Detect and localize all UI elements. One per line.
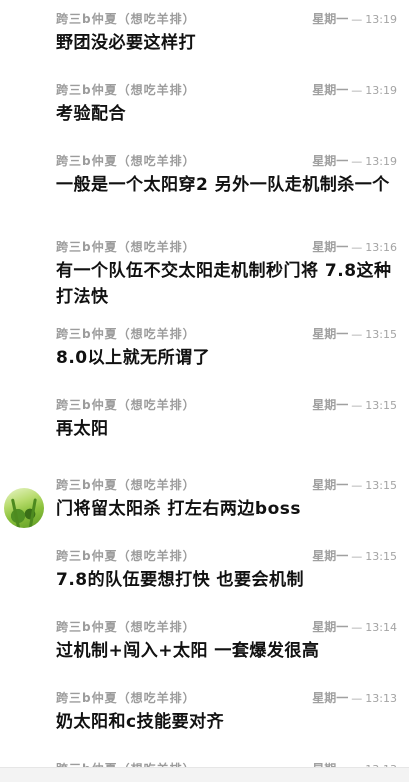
message-text: 考验配合 [56,104,126,124]
chat-history: 跨三b仲夏（想吃羊排） 星期一 —13:19 野团没必要这样打 跨三b仲夏（想吃羊… [0,0,409,782]
message-timestamp: 星期一 —13:19 [312,154,397,168]
message-text: 8.0以上就无所谓了 [56,348,211,368]
message-text: 再太阳 [56,419,109,439]
message-sender: 跨三b仲夏（想吃羊排） [56,549,196,563]
message-sender: 跨三b仲夏（想吃羊排） [56,240,196,254]
message-timestamp: 星期一 —13:15 [312,549,397,563]
message-item[interactable]: 跨三b仲夏（想吃羊排） 星期一 —13:15 7.8的队伍要想打快 也要会机制 [0,547,409,607]
message-item[interactable]: 跨三b仲夏（想吃羊排） 星期一 —13:13 奶太阳和c技能要对齐 [0,689,409,749]
message-text: 7.8的队伍要想打快 也要会机制 [56,570,305,590]
message-timestamp: 星期一 —13:15 [312,398,397,412]
message-timestamp: 星期一 —13:15 [312,478,397,492]
message-timestamp: 星期一—13:13 [312,691,397,705]
message-day: 星期一 [312,620,349,634]
message-time: 13:13 [365,692,397,705]
message-text: 过机制+闯入+太阳 一套爆发很高 [56,641,320,661]
message-timestamp: 星期一 —13:14 [312,620,397,634]
message-day: 星期一 [312,549,349,563]
message-time: 13:19 [365,13,397,26]
message-item[interactable]: 跨三b仲夏（想吃羊排） 星期一 —13:19 野团没必要这样打 [0,10,409,70]
message-time: 13:15 [365,328,397,341]
message-time: 13:15 [365,399,397,412]
message-sender: 跨三b仲夏（想吃羊排） [56,12,196,26]
message-day: 星期一 [312,83,349,97]
message-time: 13:19 [365,155,397,168]
message-sender: 跨三b仲夏（想吃羊排） [56,691,196,705]
message-timestamp: 星期一 —13:19 [312,12,397,26]
message-day: 星期一 [312,154,349,168]
message-day: 星期一 [312,12,349,26]
message-sender: 跨三b仲夏（想吃羊排） [56,398,196,412]
message-day: 星期一 [312,327,349,341]
message-sender: 跨三b仲夏（想吃羊排） [56,83,196,97]
message-day: 星期一 [312,691,349,705]
message-timestamp: 星期一 —13:19 [312,83,397,97]
message-item[interactable]: 跨三b仲夏（想吃羊排） 星期一 —13:16 有一个队伍不交太阳走机制秒门将 7.… [0,238,409,318]
message-text: 奶太阳和c技能要对齐 [56,712,225,732]
message-sender: 跨三b仲夏（想吃羊排） [56,478,196,492]
message-item[interactable]: 跨三b仲夏（想吃羊排） 星期一 —13:19 一般是一个太阳穿2 另外一队走机制杀… [0,152,409,232]
bottom-bar [0,767,409,782]
message-text: 野团没必要这样打 [56,33,196,53]
message-sender: 跨三b仲夏（想吃羊排） [56,154,196,168]
message-day: 星期一 [312,240,349,254]
message-item[interactable]: 跨三b仲夏（想吃羊排） 星期一 —13:19 考验配合 [0,81,409,141]
message-sender: 跨三b仲夏（想吃羊排） [56,327,196,341]
message-item[interactable]: 跨三b仲夏（想吃羊排） 星期一 —13:15 再太阳 [0,396,409,456]
message-item[interactable]: 跨三b仲夏（想吃羊排） 星期一 —13:14 过机制+闯入+太阳 一套爆发很高 [0,618,409,678]
message-sender: 跨三b仲夏（想吃羊排） [56,620,196,634]
message-text: 门将留太阳杀 打左右两边boss [56,499,302,519]
message-time: 13:15 [365,550,397,563]
message-time: 13:16 [365,241,397,254]
message-item[interactable]: 跨三b仲夏（想吃羊排） 星期一 —13:15 门将留太阳杀 打左右两边boss [0,476,409,540]
message-timestamp: 星期一 —13:16 [312,240,397,254]
message-timestamp: 星期一 —13:15 [312,327,397,341]
message-text: 有一个队伍不交太阳走机制秒门将 7.8这种打法快 [56,261,392,307]
message-item[interactable]: 跨三b仲夏（想吃羊排） 星期一 —13:15 8.0以上就无所谓了 [0,325,409,385]
message-day: 星期一 [312,398,349,412]
message-time: 13:19 [365,84,397,97]
message-text: 一般是一个太阳穿2 另外一队走机制杀一个 [56,175,390,195]
message-time: 13:14 [365,621,397,634]
message-time: 13:15 [365,479,397,492]
avatar[interactable] [4,488,44,528]
message-day: 星期一 [312,478,349,492]
